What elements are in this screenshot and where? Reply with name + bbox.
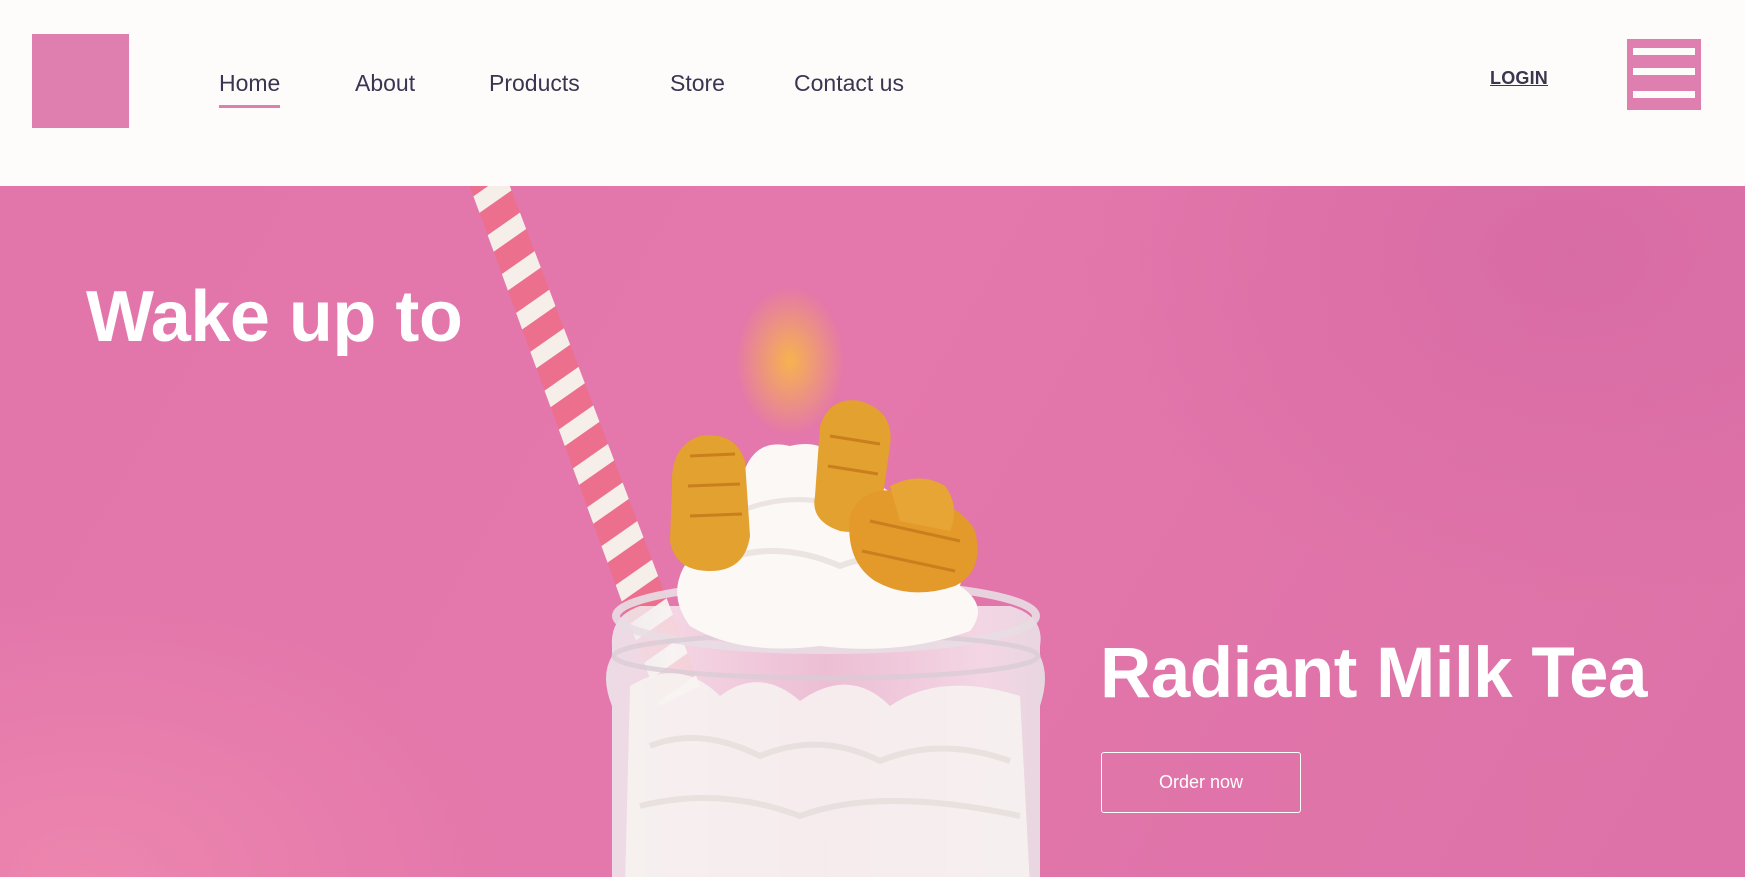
nav-about[interactable]: About	[355, 64, 415, 102]
nav-products[interactable]: Products	[489, 64, 580, 102]
login-link[interactable]: LOGIN	[1490, 68, 1548, 89]
order-now-button[interactable]: Order now	[1101, 752, 1301, 813]
hamburger-menu-icon[interactable]	[1627, 39, 1701, 110]
hero-section: Wake up to Radiant Milk Tea Order now	[0, 186, 1745, 877]
product-title: Radiant Milk Tea	[1100, 634, 1647, 713]
nav-home[interactable]: Home	[219, 64, 281, 108]
nav-contact-us[interactable]: Contact us	[794, 64, 904, 102]
nav-store[interactable]: Store	[670, 64, 725, 102]
menu-bar-middle	[1633, 68, 1695, 75]
logo[interactable]	[32, 34, 129, 128]
hero-heading: Wake up to	[86, 277, 463, 357]
site-header: Home About Products Store Contact us LOG…	[0, 0, 1745, 186]
menu-bar-bottom	[1633, 91, 1695, 98]
menu-bar-top	[1633, 48, 1695, 55]
